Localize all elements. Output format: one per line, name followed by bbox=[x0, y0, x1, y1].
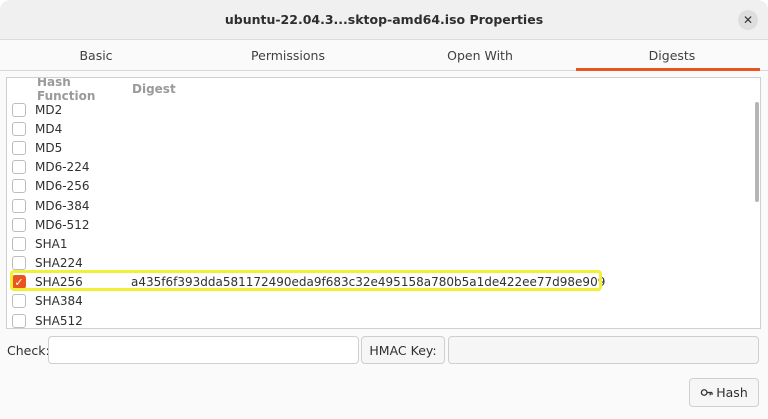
hash-checkbox[interactable] bbox=[12, 256, 26, 271]
list-item[interactable]: SHA1 bbox=[7, 234, 760, 253]
hash-checkbox[interactable] bbox=[12, 313, 26, 328]
tab-permissions[interactable]: Permissions bbox=[192, 40, 384, 70]
list-rows: MD2 MD4 MD5 MD6-224 MD6-256 MD6-384 MD6-512 SHA… bbox=[7, 100, 760, 328]
tab-digests[interactable]: Digests bbox=[576, 40, 768, 71]
close-icon: ✕ bbox=[742, 13, 754, 27]
hash-checkbox[interactable] bbox=[12, 121, 26, 136]
hash-function-name: MD6-512 bbox=[35, 217, 90, 232]
hash-checkbox[interactable] bbox=[12, 217, 26, 232]
hash-checkbox[interactable] bbox=[12, 198, 26, 213]
hash-function-name: MD2 bbox=[35, 102, 63, 117]
hash-checkbox[interactable] bbox=[12, 102, 26, 117]
hash-function-name: SHA1 bbox=[35, 236, 68, 251]
hash-function-name: MD5 bbox=[35, 140, 63, 155]
hash-function-name: MD6-256 bbox=[35, 179, 90, 194]
hash-button-label: Hash bbox=[716, 385, 748, 400]
list-item[interactable]: MD6-256 bbox=[7, 177, 760, 196]
close-button[interactable]: ✕ bbox=[738, 10, 758, 30]
list-item[interactable]: MD5 bbox=[7, 138, 760, 157]
window-title: ubuntu-22.04.3...sktop-amd64.iso Propert… bbox=[224, 12, 544, 27]
hash-checkbox[interactable] bbox=[12, 160, 26, 175]
check-row: Check: HMAC Key: bbox=[0, 336, 768, 366]
hash-checkbox[interactable] bbox=[12, 140, 26, 155]
hash-function-name: MD4 bbox=[35, 121, 63, 136]
highlight-box bbox=[10, 270, 602, 291]
key-icon bbox=[700, 389, 713, 396]
header-digest[interactable]: Digest bbox=[132, 82, 176, 96]
list-item[interactable]: SHA384 bbox=[7, 292, 760, 311]
list-header: Hash Function Digest bbox=[7, 78, 760, 103]
hash-button[interactable]: Hash bbox=[689, 378, 759, 407]
hash-checkbox[interactable] bbox=[12, 236, 26, 251]
hash-function-name: SHA224 bbox=[35, 256, 83, 271]
title-bar: ubuntu-22.04.3...sktop-amd64.iso Propert… bbox=[0, 0, 768, 40]
list-item[interactable]: MD4 bbox=[7, 119, 760, 138]
list-item[interactable]: MD6-384 bbox=[7, 196, 760, 215]
hash-function-name: SHA384 bbox=[35, 294, 83, 309]
hash-function-name: MD6-384 bbox=[35, 198, 90, 213]
scrollbar[interactable] bbox=[755, 102, 759, 202]
list-item[interactable]: MD2 bbox=[7, 100, 760, 119]
hash-function-name: SHA512 bbox=[35, 313, 83, 328]
hmac-key-input[interactable] bbox=[448, 336, 759, 364]
hmac-key-button[interactable]: HMAC Key: bbox=[361, 336, 445, 364]
digest-list[interactable]: Hash Function Digest MD2 MD4 MD5 MD6-224 MD6… bbox=[6, 77, 761, 329]
hash-checkbox[interactable] bbox=[12, 179, 26, 194]
tab-open-with[interactable]: Open With bbox=[384, 40, 576, 70]
list-item[interactable]: SHA512 bbox=[7, 311, 760, 328]
tab-bar: Basic Permissions Open With Digests bbox=[0, 40, 768, 71]
properties-window: ubuntu-22.04.3...sktop-amd64.iso Propert… bbox=[0, 0, 768, 419]
check-label: Check: bbox=[7, 343, 50, 358]
check-input[interactable] bbox=[48, 336, 359, 364]
list-item[interactable]: MD6-224 bbox=[7, 158, 760, 177]
list-item[interactable]: MD6-512 bbox=[7, 215, 760, 234]
hash-checkbox[interactable] bbox=[12, 294, 26, 309]
hash-function-name: MD6-224 bbox=[35, 160, 90, 175]
tab-basic[interactable]: Basic bbox=[0, 40, 192, 70]
